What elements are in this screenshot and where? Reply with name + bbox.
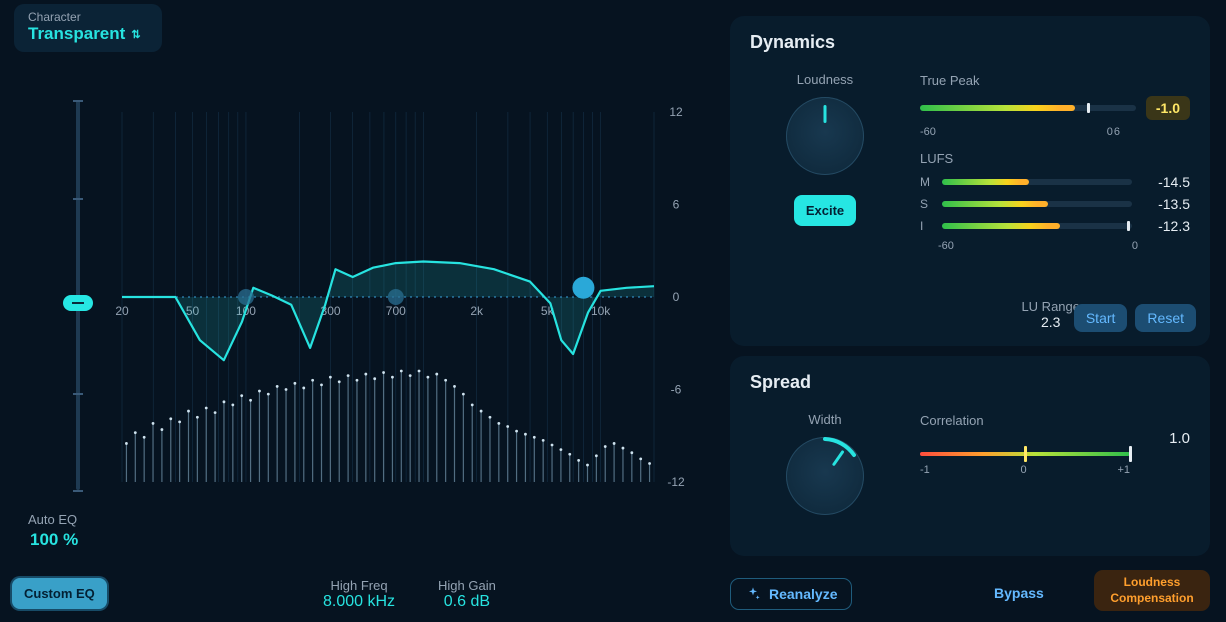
- width-knob-arc: [782, 433, 868, 519]
- eq-chart[interactable]: -12-6061220501003007002k5k10k: [112, 92, 702, 512]
- lu-range-value: 2.3: [1041, 314, 1060, 330]
- custom-eq-button[interactable]: Custom EQ: [12, 578, 107, 609]
- eq-handle-high[interactable]: [572, 277, 594, 299]
- chevron-updown-icon: ⇅: [131, 28, 138, 41]
- lufs-S-meter: [942, 201, 1132, 207]
- svg-text:10k: 10k: [591, 304, 611, 318]
- corr-scale-zero: 0: [1021, 464, 1027, 476]
- sparkle-icon: [745, 586, 761, 602]
- lufs-row-s: S -13.5: [920, 196, 1190, 212]
- lufs-row-m: M -14.5: [920, 174, 1190, 190]
- loudness-label: Loudness: [760, 72, 890, 87]
- character-value: Transparent: [28, 24, 125, 44]
- svg-text:-12: -12: [667, 475, 685, 489]
- character-label: Character: [28, 10, 148, 24]
- width-label: Width: [760, 412, 890, 427]
- true-peak-label: True Peak: [920, 73, 980, 88]
- high-gain-block: High Gain 0.6 dB: [438, 578, 496, 611]
- high-gain-value[interactable]: 0.6 dB: [438, 593, 496, 611]
- svg-text:-6: -6: [671, 383, 682, 397]
- lu-range-block: LU Range 2.3: [1021, 299, 1080, 332]
- lufs-row-i: I -12.3: [920, 218, 1190, 234]
- bypass-button[interactable]: Bypass: [980, 578, 1058, 608]
- character-select[interactable]: Character Transparent ⇅: [14, 4, 162, 52]
- true-peak-value: -1.0: [1146, 96, 1190, 120]
- eq-handle-low[interactable]: [238, 289, 254, 305]
- dynamics-title: Dynamics: [750, 32, 1190, 53]
- lufs-scale-zero: 0: [1132, 240, 1138, 252]
- lufs-S-value: -13.5: [1142, 196, 1190, 212]
- correlation-value: 1.0: [1169, 430, 1190, 447]
- eq-handle-mid[interactable]: [388, 289, 404, 305]
- lufs-label: LUFS: [920, 151, 953, 166]
- dynamics-panel: Dynamics Loudness Excite True Peak -1.0 …: [730, 16, 1210, 346]
- svg-text:20: 20: [115, 304, 129, 318]
- tp-scale-max: 6: [1114, 126, 1120, 138]
- corr-scale-neg: -1: [920, 464, 930, 476]
- high-freq-value[interactable]: 8.000 kHz: [323, 593, 395, 611]
- svg-text:700: 700: [386, 304, 406, 318]
- tp-scale-zero: 0: [1107, 126, 1113, 138]
- auto-eq-slider-thumb[interactable]: [63, 295, 93, 311]
- loudness-knob[interactable]: [786, 97, 864, 175]
- correlation-label: Correlation: [920, 413, 984, 428]
- corr-scale-pos: +1: [1117, 464, 1130, 476]
- auto-eq-label: Auto EQ: [28, 512, 77, 527]
- spread-panel: Spread Width Correlation -1 0 +1 1.0: [730, 356, 1210, 556]
- auto-eq-slider[interactable]: [76, 100, 80, 490]
- svg-text:0: 0: [673, 290, 680, 304]
- lufs-M-label: M: [920, 175, 932, 189]
- lufs-S-label: S: [920, 197, 932, 211]
- lufs-I-meter: [942, 223, 1132, 229]
- reset-button[interactable]: Reset: [1135, 304, 1196, 332]
- high-freq-label: High Freq: [323, 578, 395, 593]
- high-freq-block: High Freq 8.000 kHz: [323, 578, 395, 611]
- lufs-I-label: I: [920, 219, 932, 233]
- width-knob[interactable]: [786, 437, 864, 515]
- correlation-meter: [920, 452, 1130, 456]
- svg-text:2k: 2k: [470, 304, 484, 318]
- svg-text:12: 12: [669, 105, 683, 119]
- reanalyze-label: Reanalyze: [769, 586, 837, 602]
- loudness-compensation-button[interactable]: Loudness Compensation: [1094, 570, 1210, 611]
- lufs-M-meter: [942, 179, 1132, 185]
- true-peak-meter: [920, 105, 1136, 111]
- lufs-I-value: -12.3: [1142, 218, 1190, 234]
- auto-eq-value: 100 %: [30, 530, 78, 550]
- spread-title: Spread: [750, 372, 1190, 393]
- start-button[interactable]: Start: [1074, 304, 1128, 332]
- lufs-scale-min: -60: [938, 240, 954, 252]
- reanalyze-button[interactable]: Reanalyze: [730, 578, 852, 610]
- lufs-M-value: -14.5: [1142, 174, 1190, 190]
- high-gain-label: High Gain: [438, 578, 496, 593]
- svg-text:6: 6: [673, 198, 680, 212]
- tp-scale-min: -60: [920, 126, 936, 138]
- lu-range-label: LU Range: [1021, 299, 1080, 314]
- excite-button[interactable]: Excite: [794, 195, 856, 226]
